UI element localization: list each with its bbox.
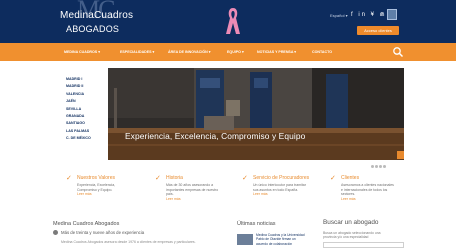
slider-dot[interactable] — [383, 165, 386, 168]
check-icon: ✓ — [330, 175, 336, 182]
sidebar-item-granada[interactable]: GRANADA — [66, 113, 91, 120]
experience-text: Medina Cuadros Abogados asesora desde 19… — [61, 240, 196, 244]
lawyer-search-description: Busca un abogado seleccionando una provi… — [323, 231, 381, 240]
nav-item-medina-cuadros[interactable]: MEDINA CUADROS ▾ — [64, 43, 100, 61]
minus-circle-icon — [53, 230, 58, 235]
feature-line: importantes empresas de nuestro — [166, 187, 219, 192]
feature-text: Más de 30 años asesorando a importantes … — [166, 183, 221, 201]
feature-title[interactable]: Servicio de Procuradores — [253, 175, 309, 181]
slider-pagination — [367, 155, 387, 173]
read-more-link[interactable]: Leer más — [253, 192, 308, 197]
nav-item-area-innovacion[interactable]: ÁREA DE INNOVACIÓN ▾ — [168, 43, 211, 61]
sidebar-item-jaen[interactable]: JAÉN — [66, 98, 91, 105]
nav-item-noticias-prensa[interactable]: NOTICIAS Y PRENSA ▾ — [257, 43, 296, 61]
hero-caption: Experiencia, Excelencia, Compromiso y Eq… — [125, 131, 306, 141]
awareness-ribbon-icon — [226, 8, 240, 34]
sidebar-item-mexico[interactable]: C. DE MÉXICO — [66, 135, 91, 142]
logo-name: MedinaCuadros — [60, 10, 134, 21]
experience-item[interactable]: Más de treinta y nueve años de experienc… — [53, 230, 144, 235]
experience-label: Más de treinta y nueve años de experienc… — [61, 230, 145, 235]
logo-subtitle: ABOGADOS — [66, 24, 120, 34]
feature-text: Asesoramos a clientes nacionales e inter… — [341, 183, 396, 201]
slider-next-arrow[interactable] — [397, 151, 404, 159]
extranet-icon[interactable] — [387, 9, 397, 20]
feature-line: Más de 30 años asesorando a — [166, 183, 214, 187]
about-title: Medina Cuadros Abogados — [53, 221, 120, 227]
nav-item-especialidades[interactable]: ESPECIALIDADES ▾ — [120, 43, 154, 61]
news-title: Últimas noticias — [237, 221, 276, 227]
hero-photo — [108, 68, 404, 160]
check-icon: ✓ — [66, 175, 72, 182]
province-select[interactable] — [323, 242, 404, 248]
social-links[interactable]: f in ¥ ⋒ — [351, 11, 387, 18]
sidebar-item-las-palmas[interactable]: LAS PALMAS — [66, 128, 91, 135]
language-selector[interactable]: Español ▾ — [330, 13, 348, 18]
site-header: MC MedinaCuadros ABOGADOS Español ▾ f in… — [0, 0, 456, 43]
feature-line: Asesoramos a clientes nacionales — [341, 183, 394, 187]
sidebar-item-sevilla[interactable]: SEVILLA — [66, 106, 91, 113]
slider-dot[interactable] — [367, 165, 370, 168]
offices-sidebar: MADRID I MADRID II VALENCIA JAÉN SEVILLA… — [66, 76, 91, 143]
feature-title[interactable]: Clientes — [341, 175, 359, 181]
read-more-link[interactable]: Leer más — [77, 192, 132, 197]
feature-title[interactable]: Historia — [166, 175, 183, 181]
sidebar-item-madrid-1[interactable]: MADRID I — [66, 76, 91, 83]
read-more-link[interactable]: Leer más — [166, 197, 221, 202]
nav-item-equipo[interactable]: EQUIPO ▾ — [227, 43, 244, 61]
check-icon: ✓ — [155, 175, 161, 182]
sidebar-item-valencia[interactable]: VALENCIA — [66, 91, 91, 98]
feature-line: Un único interlocutor para tramitar — [253, 183, 306, 187]
client-access-button[interactable]: Acceso clientes — [357, 26, 399, 35]
sidebar-item-santiago[interactable]: SANTIAGO — [66, 120, 91, 127]
slider-dot[interactable] — [379, 165, 382, 168]
hero-slider[interactable] — [108, 68, 404, 160]
nav-item-contacto[interactable]: CONTACTO — [312, 43, 332, 61]
check-icon: ✓ — [242, 175, 248, 182]
search-icon[interactable] — [392, 46, 404, 58]
feature-title[interactable]: Nuestros Valores — [77, 175, 115, 181]
news-item-text[interactable]: Medina Cuadros y la Universidad Pablo de… — [256, 233, 305, 246]
slider-dot[interactable] — [375, 165, 378, 168]
main-nav: MEDINA CUADROS ▾ ESPECIALIDADES ▾ ÁREA D… — [0, 43, 456, 61]
slider-dot[interactable] — [371, 165, 374, 168]
sidebar-item-madrid-2[interactable]: MADRID II — [66, 83, 91, 90]
site-logo[interactable]: MC MedinaCuadros ABOGADOS — [60, 0, 134, 35]
lawyer-search-title: Buscar un abogado — [323, 219, 379, 226]
read-more-link[interactable]: Leer más — [341, 197, 396, 202]
news-thumbnail[interactable] — [237, 234, 253, 245]
feature-text: Un único interlocutor para tramitar sus … — [253, 183, 308, 197]
feature-text: Experiencia, Excelencia, Compromiso y Eq… — [77, 183, 132, 197]
